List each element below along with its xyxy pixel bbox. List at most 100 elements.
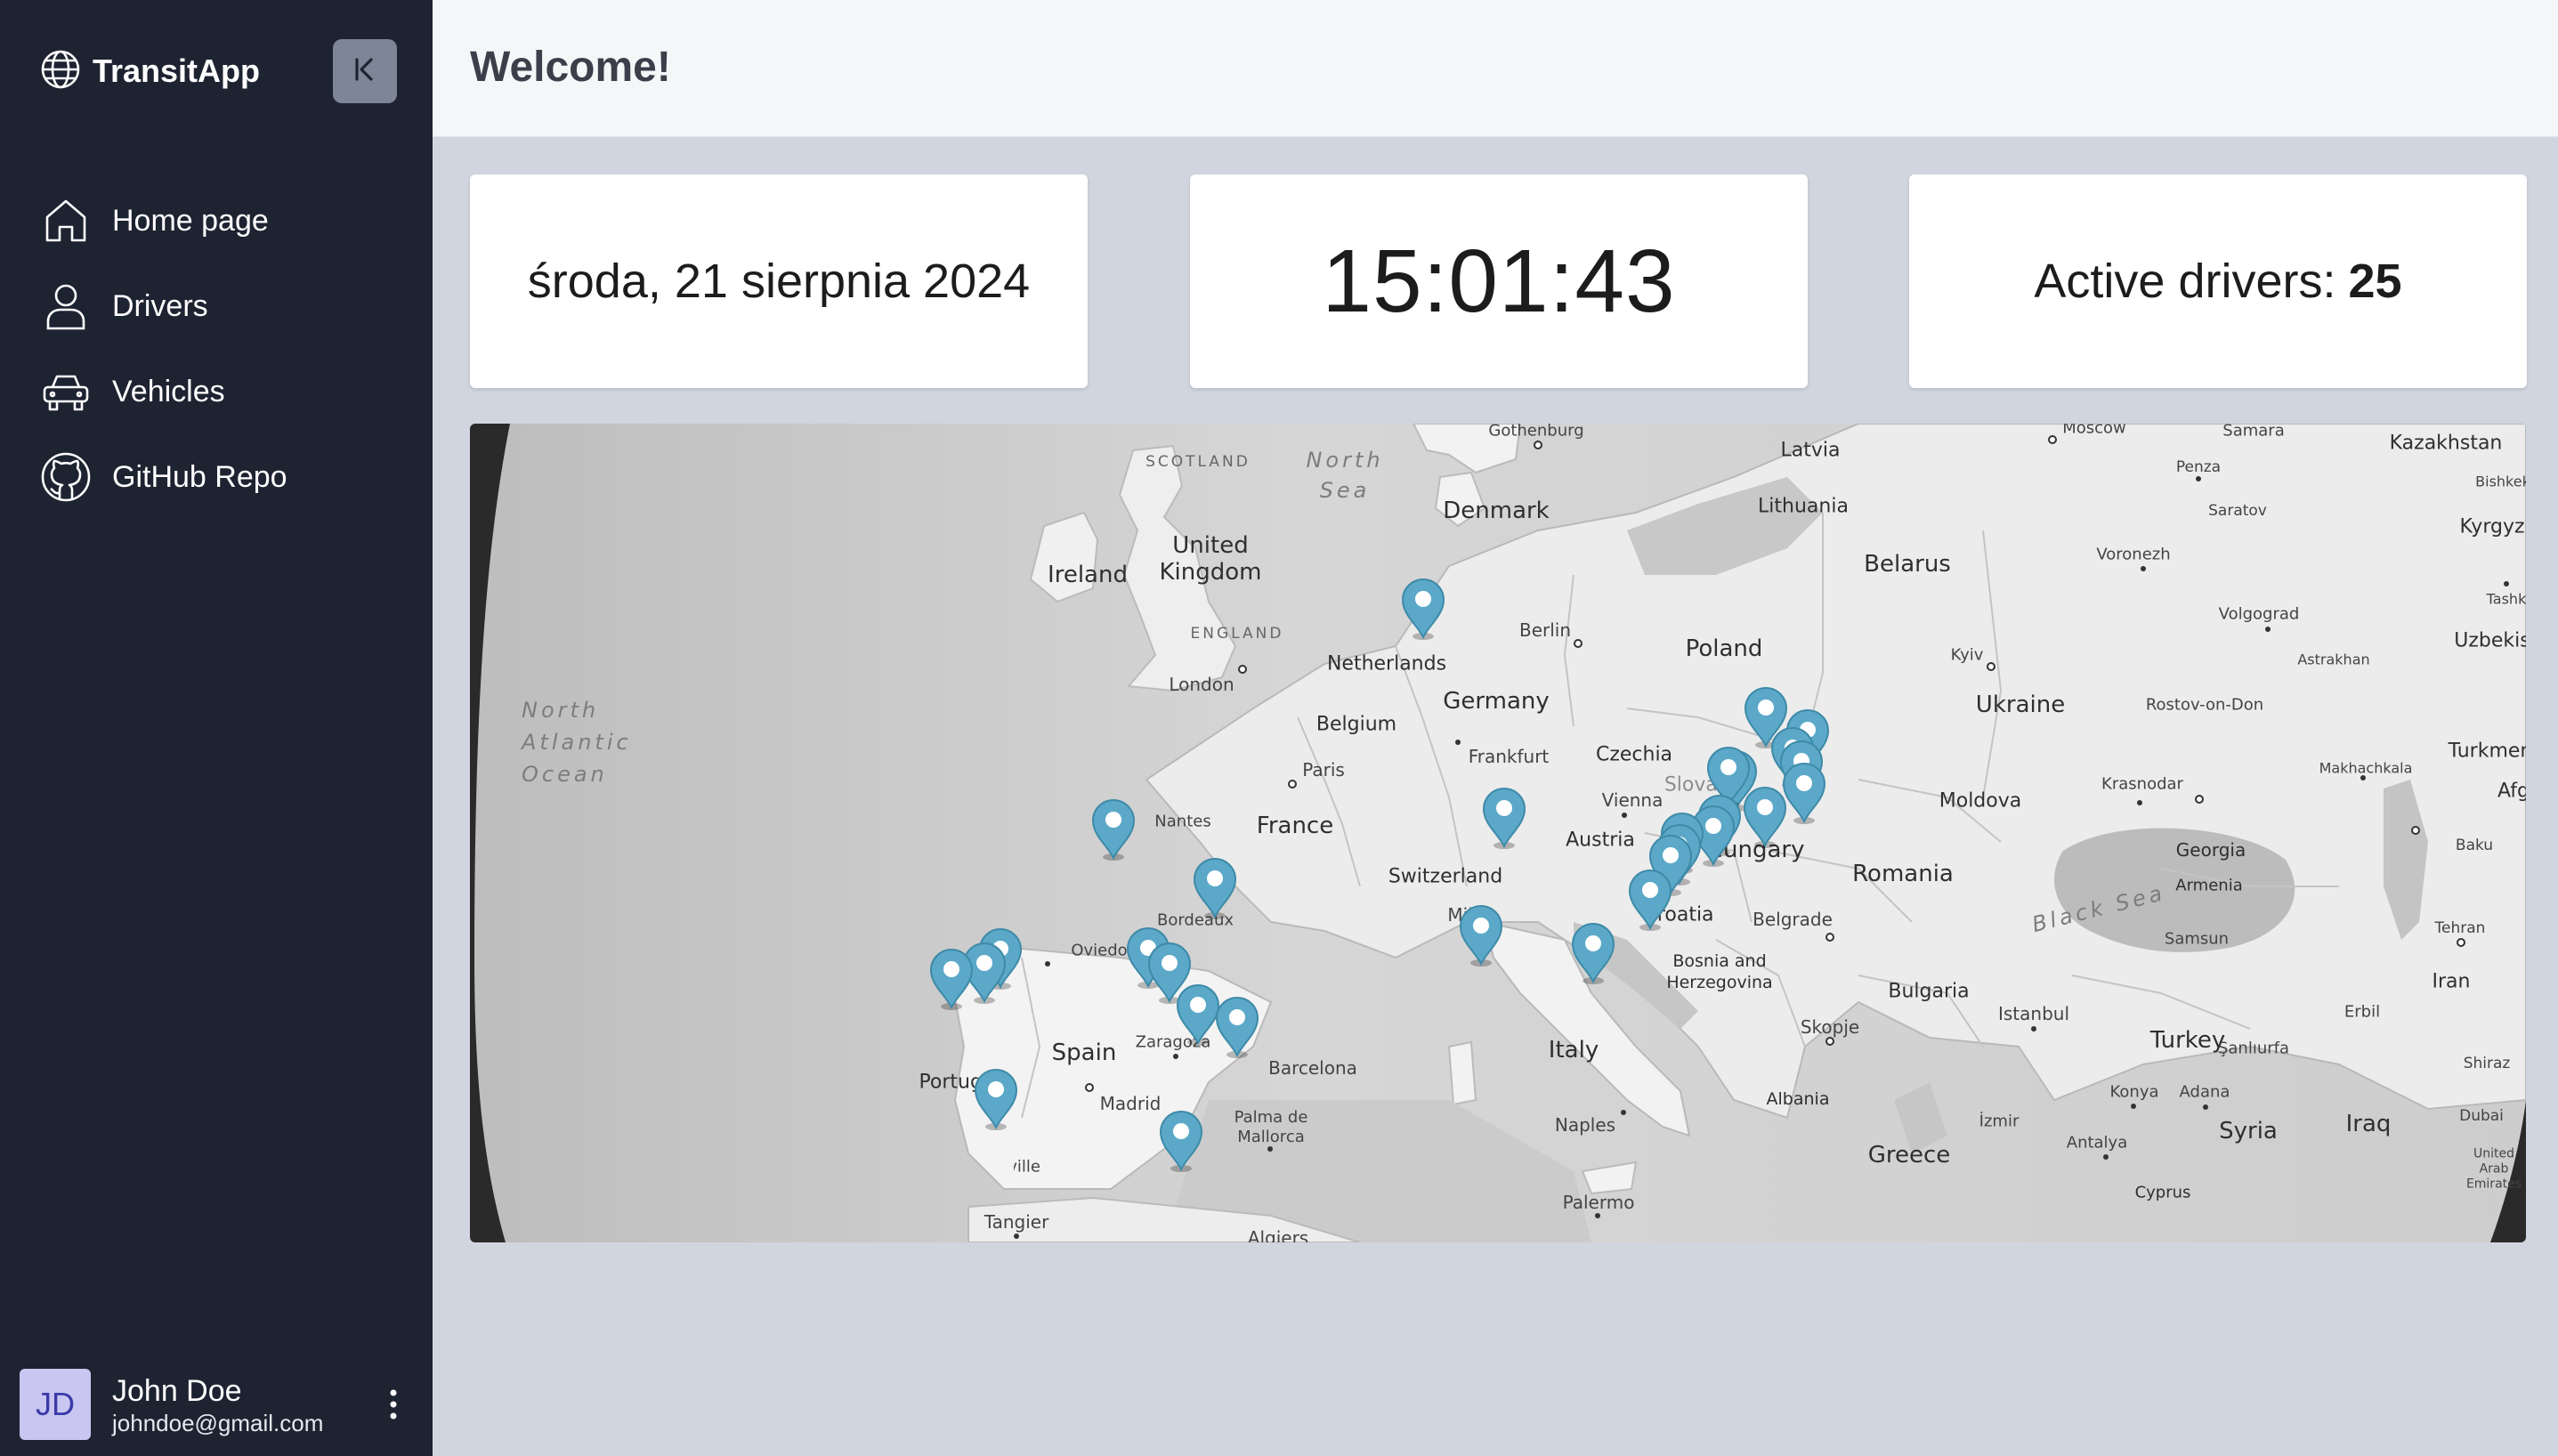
driver-pin-icon[interactable] xyxy=(1458,902,1504,967)
active-drivers-label: Active drivers: xyxy=(2034,255,2336,308)
map-label: Şanlıurfa xyxy=(2217,1039,2290,1058)
map-label: Tehran xyxy=(2434,919,2486,937)
map-label: Cyprus xyxy=(2134,1183,2191,1202)
nav-item-label: Vehicles xyxy=(112,374,225,408)
driver-pin-icon[interactable] xyxy=(1627,867,1673,931)
home-icon xyxy=(39,194,93,247)
map-label: Belgium xyxy=(1315,713,1397,736)
nav-item-github[interactable]: GitHub Repo xyxy=(39,434,287,520)
driver-pin-icon[interactable] xyxy=(928,946,975,1010)
map-label: Berlin xyxy=(1518,619,1572,641)
brand[interactable]: TransitApp xyxy=(39,48,260,94)
map-label: Volgograd xyxy=(2218,604,2300,624)
map-label: Istanbul xyxy=(1997,1003,2070,1024)
page-title: Welcome! xyxy=(470,44,671,91)
driver-pin-icon[interactable] xyxy=(1742,784,1788,848)
more-vertical-icon xyxy=(389,1388,398,1425)
map-label: Greece xyxy=(1867,1142,1951,1169)
map-label: North Sea xyxy=(1306,448,1384,503)
map-label: Samsun xyxy=(2164,929,2230,949)
map-label: United Kingdom xyxy=(1159,532,1262,586)
map-label: Belgrade xyxy=(1753,909,1833,930)
map-label: Switzerland xyxy=(1388,865,1503,888)
map-label: Moldova xyxy=(1939,789,2022,813)
nav-item-label: GitHub Repo xyxy=(112,459,287,494)
active-drivers-card: Active drivers: 25 xyxy=(1909,174,2527,388)
map-label: Saratov xyxy=(2208,502,2267,520)
user-name: John Doe xyxy=(112,1374,242,1408)
driver-pin-icon[interactable] xyxy=(973,1066,1019,1130)
map-label: Czechia xyxy=(1595,743,1673,766)
map-label: Palma de Mallorca xyxy=(1234,1108,1308,1146)
map-label: Tashk xyxy=(2486,590,2526,608)
drivers-map[interactable]: SCOTLAND ENGLAND North Sea North Atlanti… xyxy=(470,424,2526,1242)
map-label: Krasnodar xyxy=(2101,774,2183,794)
more-options-button[interactable] xyxy=(376,1387,411,1426)
avatar: JD xyxy=(20,1369,91,1440)
map-label: Palermo xyxy=(1562,1192,1635,1213)
map-label: Penza xyxy=(2175,458,2222,476)
map-label: Bosnia and Herzegovina xyxy=(1666,951,1773,992)
map-label: Poland xyxy=(1685,635,1763,662)
driver-pin-icon[interactable] xyxy=(1481,785,1527,849)
driver-pin-icon[interactable] xyxy=(1214,994,1260,1058)
active-drivers-count: 25 xyxy=(2348,255,2402,308)
map-label: İzmir xyxy=(1979,1112,2020,1131)
collapse-left-icon xyxy=(350,54,380,89)
map-label: Spain xyxy=(1051,1039,1117,1066)
map-label: Romania xyxy=(1852,861,1954,887)
driver-pin-icon[interactable] xyxy=(1192,855,1238,919)
map-label: Vienna xyxy=(1601,789,1664,811)
map-label: Antalya xyxy=(2066,1133,2128,1153)
map-label: Kyrgyz xyxy=(2459,515,2525,538)
sidebar: TransitApp Home page Drivers Vehicles Gi… xyxy=(0,0,433,1456)
map-label: Albania xyxy=(1766,1089,1830,1109)
map-label: Lithuania xyxy=(1758,495,1849,518)
map-label: Seville xyxy=(1014,1157,1040,1177)
github-icon xyxy=(39,450,93,504)
map-label: Rostov-on-Don xyxy=(2145,695,2264,715)
map-label: Konya xyxy=(2109,1082,2159,1102)
map-label: Samara xyxy=(2222,424,2285,441)
map-label: Turkmen xyxy=(2448,740,2526,763)
map-label: Germany xyxy=(1443,688,1550,715)
user-icon xyxy=(39,279,93,333)
map-label: Uzbekis xyxy=(2454,629,2526,652)
map-label: Moscow xyxy=(2062,424,2126,438)
map-label: Nantes xyxy=(1154,812,1211,831)
map-label: Austria xyxy=(1566,829,1635,852)
map-label: Barcelona xyxy=(1268,1057,1357,1079)
driver-pin-icon[interactable] xyxy=(1400,576,1446,640)
map-label: Baku xyxy=(2455,837,2494,854)
driver-pin-icon[interactable] xyxy=(1570,920,1616,984)
nav-item-vehicles[interactable]: Vehicles xyxy=(39,349,287,434)
map-label: Gothenburg xyxy=(1488,424,1584,441)
driver-pin-icon[interactable] xyxy=(1090,797,1137,861)
map-label: Oviedo xyxy=(1071,941,1128,960)
map-label: Shiraz xyxy=(2463,1055,2511,1072)
map-label: Skopje xyxy=(1800,1016,1860,1038)
nav-item-home[interactable]: Home page xyxy=(39,178,287,263)
nav-item-drivers[interactable]: Drivers xyxy=(39,263,287,349)
globe-icon xyxy=(39,48,82,95)
map-label: Algiers xyxy=(1247,1227,1309,1242)
map-label: Bulgaria xyxy=(1888,980,1970,1003)
map-label: Tangier xyxy=(984,1211,1049,1233)
map-label: Kyiv xyxy=(1950,645,1984,665)
app-name: TransitApp xyxy=(93,53,261,89)
user-profile[interactable]: JD John Doe johndoe@gmail.com xyxy=(20,1369,411,1442)
map-label: France xyxy=(1256,813,1334,839)
map-label: Afg xyxy=(2497,780,2526,803)
car-icon xyxy=(39,365,93,418)
top-header: Welcome! xyxy=(433,0,2558,137)
map-label: Iraq xyxy=(2345,1111,2392,1137)
map-label: Makhachkala xyxy=(2319,759,2413,777)
collapse-sidebar-button[interactable] xyxy=(333,39,397,103)
map-label: Denmark xyxy=(1443,497,1550,524)
user-email: johndoe@gmail.com xyxy=(112,1410,324,1436)
map-label: Belarus xyxy=(1864,551,1951,578)
map-label: Netherlands xyxy=(1326,652,1447,675)
date-card: środa, 21 sierpnia 2024 xyxy=(470,174,1088,388)
map-label: Naples xyxy=(1554,1114,1616,1136)
driver-pin-icon[interactable] xyxy=(1158,1108,1204,1172)
